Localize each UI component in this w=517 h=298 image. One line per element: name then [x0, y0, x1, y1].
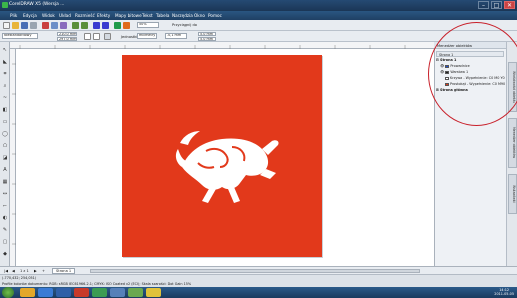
cursor-coordinates: (-770,432; 254,051): [2, 276, 37, 280]
page-tab[interactable]: Strona 1: [52, 267, 76, 274]
add-page-button[interactable]: +: [42, 269, 45, 273]
coreldraw-taskbar-icon[interactable]: [92, 288, 107, 297]
page-counter: 1 z 1: [20, 268, 29, 273]
menu-edit[interactable]: Edycja: [23, 13, 37, 18]
units-dropdown[interactable]: milimetry: [137, 33, 157, 39]
window-title: CorelDRAW X5 (Wersja ...: [9, 2, 65, 7]
print-icon[interactable]: [30, 22, 37, 29]
app-taskbar-icon[interactable]: [128, 288, 143, 297]
menu-tools[interactable]: Narzędzia: [172, 13, 193, 18]
maximize-button[interactable]: □: [491, 1, 502, 9]
color-profiles-info[interactable]: Profile kolorów dokumentu: RGB: sRGB IEC…: [2, 282, 191, 286]
copy-icon[interactable]: [51, 22, 58, 29]
crop-tool-icon[interactable]: ⌗: [2, 72, 8, 77]
horizontal-ruler[interactable]: [10, 42, 434, 49]
menu-help[interactable]: Pomoc: [208, 13, 222, 18]
import-icon[interactable]: [93, 22, 100, 29]
outline-tool-icon[interactable]: ▢: [2, 240, 8, 245]
units-label: Jednostki:: [121, 34, 139, 39]
portrait-icon[interactable]: [84, 33, 91, 40]
undo-icon[interactable]: [72, 22, 79, 29]
close-button[interactable]: ✕: [504, 1, 515, 9]
windows-taskbar: 14:12 2011-05-05: [0, 287, 517, 298]
all-pages-icon[interactable]: [104, 33, 111, 40]
app-icon: [2, 2, 8, 8]
zoom-tool-icon[interactable]: ⌕: [2, 84, 8, 89]
explorer-taskbar-icon[interactable]: [20, 288, 35, 297]
pdf-taskbar-icon[interactable]: [74, 288, 89, 297]
ellipse-tool-icon[interactable]: ◯: [2, 132, 8, 137]
table-tool-icon[interactable]: ▦: [2, 180, 8, 185]
start-button[interactable]: [2, 287, 14, 298]
save-icon[interactable]: [21, 22, 28, 29]
open-folder-icon[interactable]: [12, 22, 19, 29]
tab-object-manager[interactable]: Menedżer obiektów: [508, 118, 517, 168]
tab-hints[interactable]: Wskazówki: [508, 174, 517, 214]
polygon-tool-icon[interactable]: ⬠: [2, 144, 8, 149]
menu-view[interactable]: Widok: [42, 13, 55, 18]
red-rectangle-object[interactable]: [122, 55, 322, 257]
redo-icon[interactable]: [81, 22, 88, 29]
pick-tool-icon[interactable]: ↖: [2, 48, 8, 53]
next-page-button[interactable]: ▶: [34, 269, 37, 273]
clock-date: 2011-05-05: [494, 292, 514, 297]
status-bar: (-770,432; 254,051) Profile kolorów doku…: [0, 274, 517, 287]
connector-tool-icon[interactable]: ⌐: [2, 204, 8, 209]
menu-table[interactable]: Tabela: [156, 13, 169, 18]
dimension-tool-icon[interactable]: ↔: [2, 192, 8, 197]
cut-icon[interactable]: [42, 22, 49, 29]
nudge-distance-field[interactable]: .0,1 mm: [165, 33, 187, 39]
freehand-tool-icon[interactable]: ~: [2, 96, 8, 101]
title-bar: CorelDRAW X5 (Wersja ... – □ ✕: [0, 0, 517, 11]
folder-taskbar-icon[interactable]: [146, 288, 161, 297]
shape-tool-icon[interactable]: ◣: [2, 60, 8, 65]
menu-arrange[interactable]: Rozmieść: [75, 13, 95, 18]
paper-height-field[interactable]: 297,0 mm: [57, 36, 77, 41]
annotation-circle: [428, 22, 517, 126]
rectangle-tool-icon[interactable]: ▭: [2, 120, 8, 125]
eyedropper-icon[interactable]: ✎: [2, 228, 8, 233]
menu-effects[interactable]: Efekty: [97, 13, 110, 18]
paper-width-field[interactable]: 210,0 mm: [57, 32, 77, 36]
bull-logo[interactable]: [122, 55, 322, 257]
application-launcher-icon[interactable]: [114, 22, 121, 29]
smart-fill-icon[interactable]: ◧: [2, 108, 8, 113]
corel-photo-taskbar-icon[interactable]: [110, 288, 125, 297]
previous-page-button[interactable]: ◀: [12, 269, 15, 273]
duplicate-y-field[interactable]: 5,0 mm: [198, 36, 216, 41]
text-tool-icon[interactable]: A: [2, 168, 8, 173]
system-clock[interactable]: 14:12 2011-05-05: [494, 288, 514, 297]
zoom-level-field[interactable]: 50%: [137, 22, 159, 28]
landscape-icon[interactable]: [93, 33, 100, 40]
new-document-icon[interactable]: [3, 22, 10, 29]
word-taskbar-icon[interactable]: [56, 288, 71, 297]
horizontal-scrollbar[interactable]: [90, 269, 420, 273]
basic-shapes-icon[interactable]: ◪: [2, 156, 8, 161]
export-icon[interactable]: [102, 22, 109, 29]
paste-icon[interactable]: [60, 22, 67, 29]
standard-toolbar: 50% Przyciągnij do: [0, 20, 517, 31]
menu-bar: Plik Edycja Widok Układ Rozmieść Efekty …: [0, 11, 517, 20]
menu-window[interactable]: Okno: [194, 13, 205, 18]
browser-taskbar-icon[interactable]: [38, 288, 53, 297]
welcome-screen-icon[interactable]: [123, 22, 130, 29]
blend-tool-icon[interactable]: ◐: [2, 216, 8, 221]
minimize-button[interactable]: –: [478, 1, 489, 9]
first-page-button[interactable]: |◀: [4, 269, 8, 273]
menu-bitmaps[interactable]: Mapy bitowe: [115, 13, 142, 18]
menu-layout[interactable]: Układ: [59, 13, 71, 18]
menu-text[interactable]: Tekst: [142, 13, 153, 18]
page-navigator: |◀ ◀ 1 z 1 ▶ + Strona 1: [0, 266, 517, 274]
toolbox: ↖ ◣ ⌗ ⌕ ~ ◧ ▭ ◯ ⬠ ◪ A ▦ ↔ ⌐ ◐ ✎ ▢ ◆: [0, 42, 10, 266]
paper-preset-dropdown[interactable]: Niestandardowy: [2, 33, 38, 39]
snap-to-dropdown[interactable]: Przyciągnij do: [172, 23, 197, 27]
menu-file[interactable]: Plik: [10, 13, 17, 18]
duplicate-x-field[interactable]: 5,0 mm: [198, 32, 216, 36]
fill-tool-icon[interactable]: ◆: [2, 252, 8, 257]
